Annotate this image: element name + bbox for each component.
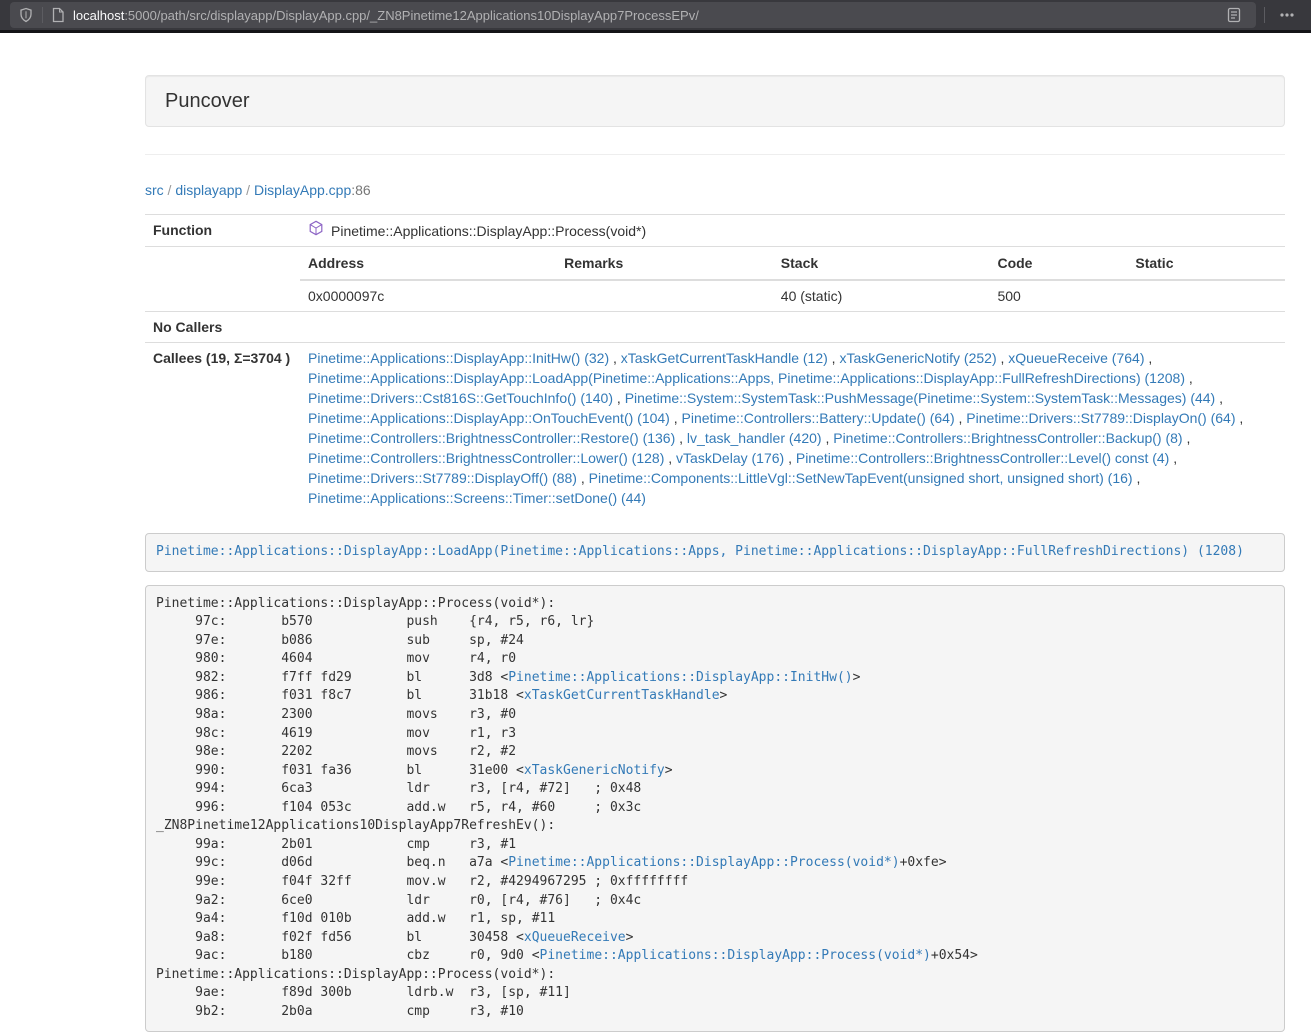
callee-link[interactable]: vTaskDelay (176) [676,450,784,466]
callee-link[interactable]: Pinetime::Applications::DisplayApp::Init… [308,350,609,366]
callee-link[interactable]: Pinetime::Components::LittleVgl::SetNewT… [589,470,1133,486]
callee-link[interactable]: Pinetime::System::SystemTask::PushMessag… [625,390,1216,406]
callee-link[interactable]: xTaskGenericNotify (252) [839,350,996,366]
remarks-value [556,280,773,311]
breadcrumb-separator: / [242,182,254,198]
function-name: Pinetime::Applications::DisplayApp::Proc… [308,220,646,241]
shield-icon[interactable] [18,7,34,23]
callee-link[interactable]: Pinetime::Controllers::BrightnessControl… [308,450,664,466]
address-value: 0x0000097c [300,280,556,311]
table-row: Function Pinetime::Applications::Display… [145,215,1285,247]
callee-link[interactable]: xQueueReceive (764) [1008,350,1144,366]
callee-link[interactable]: Pinetime::Controllers::BrightnessControl… [833,430,1182,446]
callee-link[interactable]: Pinetime::Controllers::Battery::Update()… [682,410,955,426]
breadcrumb-link[interactable]: DisplayApp.cpp [254,182,351,198]
callee-link[interactable]: Pinetime::Applications::DisplayApp::Load… [308,370,1185,386]
col-remarks: Remarks [556,247,773,280]
function-detail-table: Address Remarks Stack Code Static 0x0000… [300,247,1285,311]
col-address: Address [300,247,556,280]
symbol-link[interactable]: xQueueReceive [524,930,626,945]
symbol-link[interactable]: Pinetime::Applications::DisplayApp::Init… [508,670,852,685]
detail-value-row: 0x0000097c 40 (static) 500 [300,280,1285,311]
breadcrumb-line-number: :86 [351,182,370,198]
callee-link[interactable]: Pinetime::Applications::Screens::Timer::… [308,490,646,506]
breadcrumb-link[interactable]: src [145,182,164,198]
page-actions-menu-icon[interactable] [1273,2,1301,28]
browser-toolbar: localhost:5000/path/src/displayapp/Displ… [0,0,1311,33]
header-panel: Puncover [145,75,1285,127]
no-callers-label: No Callers [145,312,300,343]
callee-link[interactable]: Pinetime::Applications::DisplayApp::OnTo… [308,410,670,426]
symbol-link[interactable]: xTaskGetCurrentTaskHandle [524,688,720,703]
stack-value: 40 (static) [773,280,990,311]
breadcrumb: src / displayapp / DisplayApp.cpp:86 [145,180,1285,200]
table-row: No Callers [145,312,1285,343]
callee-link[interactable]: Pinetime::Controllers::BrightnessControl… [796,450,1169,466]
col-stack: Stack [773,247,990,280]
table-row: Callees (19, Σ=3704 ) Pinetime::Applicat… [145,343,1285,514]
reader-mode-icon[interactable] [1220,2,1248,28]
disassembly: Pinetime::Applications::DisplayApp::Proc… [145,585,1285,1032]
divider [145,154,1285,155]
symbol-link[interactable]: Pinetime::Applications::DisplayApp::Proc… [540,948,931,963]
callee-link[interactable]: Pinetime::Controllers::BrightnessControl… [308,430,675,446]
function-label: Function [145,215,300,247]
page-icon[interactable] [51,7,65,23]
symbol-link[interactable]: Pinetime::Applications::DisplayApp::Proc… [508,855,899,870]
static-value [1127,280,1285,311]
symbol-link[interactable]: xTaskGenericNotify [524,763,665,778]
url-path: :5000/path/src/displayapp/DisplayApp.cpp… [124,8,699,23]
page-content: Puncover src / displayapp / DisplayApp.c… [145,33,1285,1032]
breadcrumb-link[interactable]: displayapp [175,182,242,198]
cube-icon [308,220,324,241]
function-info-table: Function Pinetime::Applications::Display… [145,214,1285,513]
col-static: Static [1127,247,1285,280]
highlighted-function-link[interactable]: Pinetime::Applications::DisplayApp::Load… [156,544,1244,559]
callee-link[interactable]: Pinetime::Drivers::St7789::DisplayOn() (… [966,410,1235,426]
callee-link[interactable]: lv_task_handler (420) [687,430,822,446]
callee-link[interactable]: xTaskGetCurrentTaskHandle (12) [621,350,828,366]
callee-link[interactable]: Pinetime::Drivers::St7789::DisplayOff() … [308,470,577,486]
col-code: Code [989,247,1127,280]
table-row: Address Remarks Stack Code Static 0x0000… [145,247,1285,312]
callees-label: Callees (19, Σ=3704 ) [145,343,300,514]
code-value: 500 [989,280,1127,311]
callees-list: Pinetime::Applications::DisplayApp::Init… [300,343,1285,514]
detail-header-row: Address Remarks Stack Code Static [300,247,1285,280]
highlighted-signature: Pinetime::Applications::DisplayApp::Load… [145,533,1285,572]
divider [1264,7,1265,23]
breadcrumb-separator: / [164,182,176,198]
url-text[interactable]: localhost:5000/path/src/displayapp/Displ… [73,8,1212,23]
page-title: Puncover [165,90,250,112]
url-bar[interactable]: localhost:5000/path/src/displayapp/Displ… [10,2,1256,28]
callee-link[interactable]: Pinetime::Drivers::Cst816S::GetTouchInfo… [308,390,613,406]
divider [42,7,43,23]
url-host: localhost [73,8,124,23]
